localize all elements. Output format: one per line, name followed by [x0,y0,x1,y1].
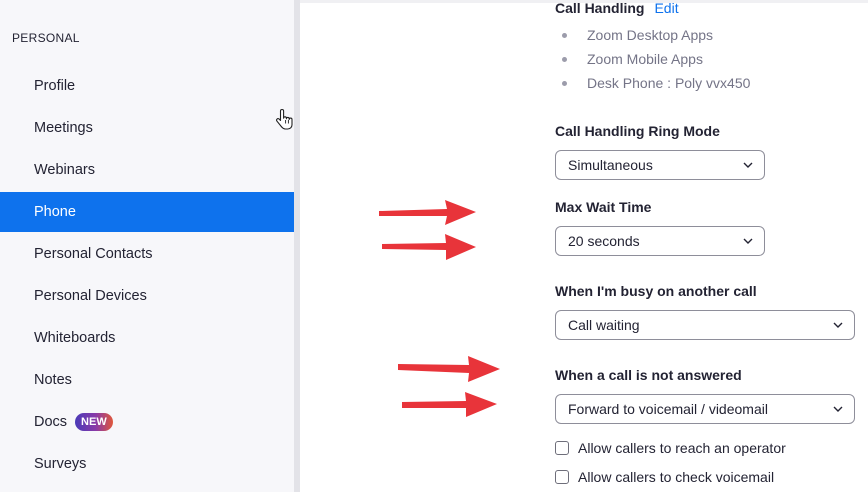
sidebar-item-webinars[interactable]: Webinars [0,150,294,190]
bullet-icon [562,32,567,38]
red-arrow-annotation-icon [402,392,497,417]
sidebar-item-docs[interactable]: Docs NEW [0,402,294,442]
red-arrow-annotation-icon [398,356,500,382]
busy-label: When I'm busy on another call [555,283,757,299]
red-arrow-annotation-icon [382,234,476,260]
chevron-down-icon [833,406,843,412]
ring-mode-label: Call Handling Ring Mode [555,123,720,139]
sidebar-item-label: Docs [34,414,68,430]
sidebar-item-label: Surveys [34,456,87,472]
max-wait-select[interactable]: 20 seconds [555,226,765,256]
max-wait-label: Max Wait Time [555,199,652,215]
sidebar-item-surveys[interactable]: Surveys [0,444,294,484]
call-handling-heading: Call Handling Edit [555,0,679,16]
edit-link[interactable]: Edit [654,0,678,16]
operator-option-label: Allow callers to reach an operator [578,440,786,456]
sidebar-item-personal-contacts[interactable]: Personal Contacts [0,234,294,274]
sidebar-scrollbar[interactable] [294,0,300,492]
sidebar-item-whiteboards[interactable]: Whiteboards [0,318,294,358]
device-label: Zoom Desktop Apps [587,27,714,43]
max-wait-value: 20 seconds [568,233,640,249]
chevron-down-icon [833,322,843,328]
sidebar-item-label: Personal Devices [34,288,147,304]
chevron-down-icon [743,162,753,168]
busy-select[interactable]: Call waiting [555,310,855,340]
sidebar-item-notes[interactable]: Notes [0,360,294,400]
list-item: Zoom Desktop Apps [562,27,713,43]
ring-mode-value: Simultaneous [568,157,653,173]
chevron-down-icon [743,238,753,244]
voicemail-checkbox[interactable] [555,470,569,484]
sidebar-item-meetings[interactable]: Meetings [0,108,294,148]
sidebar-item-label: Meetings [34,120,93,136]
hand-cursor-icon [276,108,294,137]
sidebar-item-label: Personal Contacts [34,246,153,262]
list-item: Desk Phone : Poly vvx450 [562,75,750,91]
sidebar-item-profile[interactable]: Profile [0,66,294,106]
voicemail-option-label: Allow callers to check voicemail [578,469,775,485]
busy-value: Call waiting [568,317,640,333]
device-label: Zoom Mobile Apps [587,51,703,67]
list-item: Zoom Mobile Apps [562,51,703,67]
ring-mode-select[interactable]: Simultaneous [555,150,765,180]
sidebar-item-label: Phone [34,204,76,220]
operator-checkbox[interactable] [555,441,569,455]
not-answered-value: Forward to voicemail / videomail [568,401,768,417]
bullet-icon [562,80,567,86]
operator-option[interactable]: Allow callers to reach an operator [555,440,786,456]
sidebar-item-label: Profile [34,78,76,94]
new-badge: NEW [75,413,113,431]
not-answered-select[interactable]: Forward to voicemail / videomail [555,394,855,424]
sidebar-item-label: Webinars [34,162,95,178]
sidebar-item-personal-devices[interactable]: Personal Devices [0,276,294,316]
sidebar-item-label: Whiteboards [34,330,116,346]
voicemail-option[interactable]: Allow callers to check voicemail [555,469,774,485]
not-answered-label: When a call is not answered [555,367,742,383]
sidebar: PERSONAL Profile Meetings Webinars Phone… [0,0,294,492]
section-label-personal: PERSONAL [12,31,80,45]
device-label: Desk Phone : Poly vvx450 [587,75,751,91]
red-arrow-annotation-icon [379,200,476,225]
bullet-icon [562,56,567,62]
call-handling-title: Call Handling [555,0,645,16]
sidebar-item-phone[interactable]: Phone [0,192,294,232]
sidebar-item-label: Notes [34,372,72,388]
